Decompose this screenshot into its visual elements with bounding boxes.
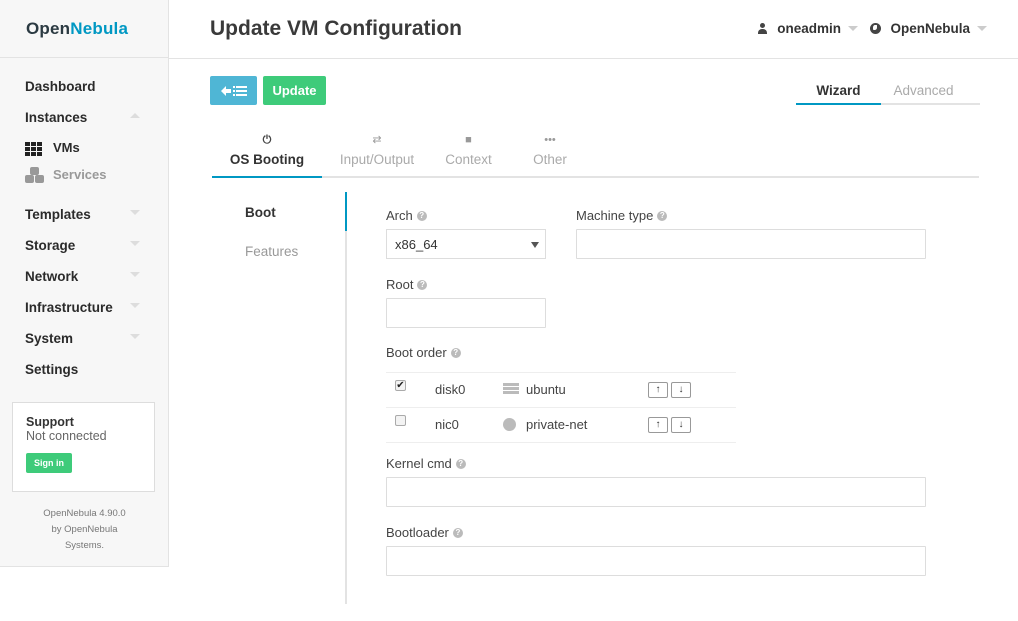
sidebar-item-services[interactable]: Services [0,167,168,194]
arrow-left-list-icon [220,85,247,96]
move-down-button[interactable]: ↓ [671,382,691,398]
username: oneadmin [777,21,841,36]
arch-select[interactable]: x86_64 [386,229,546,259]
page-title: Update VM Configuration [210,17,462,40]
move-up-button[interactable]: ↑ [648,417,668,433]
globe-icon [870,23,882,34]
sidebar-item-vms[interactable]: VMs [0,140,168,167]
signin-button[interactable]: Sign in [26,453,72,473]
chevron-down-icon [848,26,858,31]
tab-os-booting[interactable]: ⏻ OS Booting [212,130,322,178]
support-box: Support Not connected Sign in [12,402,155,492]
tab-context[interactable]: ■ Context [432,130,505,176]
zone-menu[interactable]: OpenNebula [870,21,987,36]
logo-prefix: Open [26,19,71,38]
vtab-boot[interactable]: Boot [212,192,347,231]
sidebar-item-settings[interactable]: Settings [0,361,168,392]
machine-type-input[interactable] [576,229,926,259]
help-icon[interactable]: ? [452,527,463,538]
sidebar-item-instances[interactable]: Instances [0,109,168,140]
app-logo[interactable]: OpenNebula [0,0,168,58]
vertical-tabs: Boot Features [212,192,347,604]
sidebar-item-system[interactable]: System [0,330,168,361]
sidebar-item-templates[interactable]: Templates [0,206,168,237]
topbar: Update VM Configuration oneadmin OpenNeb… [169,0,1018,59]
ellipsis-icon: ••• [544,134,556,146]
chevron-down-icon [977,26,987,31]
root-label: Root? [386,277,428,292]
grid-icon [25,140,45,156]
boot-checkbox[interactable] [395,415,406,426]
user-icon [757,22,768,35]
table-row: ✔ disk0 ubuntu ↑ ↓ [386,372,736,408]
support-status: Not connected [26,429,107,443]
sidebar-menu-lower: Templates Storage Network Infrastructure… [0,206,168,392]
boot-checkbox[interactable]: ✔ [395,380,406,391]
chevron-up-icon [130,113,140,118]
logo-suffix: Nebula [70,19,129,38]
sidebar-item-storage[interactable]: Storage [0,237,168,268]
tab-wizard[interactable]: Wizard [796,79,881,105]
sidebar-item-network[interactable]: Network [0,268,168,299]
move-up-button[interactable]: ↑ [648,382,668,398]
tab-input-output[interactable]: ⇄ Input/Output [322,130,432,176]
chevron-down-icon [130,303,140,308]
section-tabs: ⏻ OS Booting ⇄ Input/Output ■ Context ••… [212,130,979,178]
instances-submenu: VMs Services [0,140,168,194]
bootloader-label: Bootloader? [386,525,463,540]
support-title: Support [26,415,74,429]
disk-icon [503,383,519,396]
root-input[interactable] [386,298,546,328]
chevron-down-icon [130,334,140,339]
power-icon: ⏻ [262,134,272,146]
move-down-button[interactable]: ↓ [671,417,691,433]
version-info: OpenNebula 4.90.0 by OpenNebula Systems. [43,508,126,551]
kernel-cmd-label: Kernel cmd? [386,456,466,471]
help-icon[interactable]: ? [450,347,461,358]
help-icon[interactable]: ? [417,279,428,290]
update-button[interactable]: Update [263,76,326,105]
chevron-down-icon [130,210,140,215]
chevron-down-icon [130,241,140,246]
mode-tabs: Wizard Advanced [796,79,980,105]
kernel-cmd-input[interactable] [386,477,926,507]
help-icon[interactable]: ? [657,210,668,221]
back-to-list-button[interactable] [210,76,257,105]
machine-type-label: Machine type? [576,208,668,223]
arch-label: Arch? [386,208,427,223]
chevron-down-icon [531,242,539,248]
sidebar-item-dashboard[interactable]: Dashboard [0,78,168,109]
exchange-icon: ⇄ [372,134,382,146]
vtab-features[interactable]: Features [212,231,345,270]
chevron-down-icon [130,272,140,277]
sidebar-menu: Dashboard Instances [0,58,168,140]
help-icon[interactable]: ? [455,458,466,469]
boot-order-table: ✔ disk0 ubuntu ↑ ↓ nic0 private-net ↑ ↓ [386,372,736,443]
user-menu[interactable]: oneadmin [757,21,858,36]
table-row: nic0 private-net ↑ ↓ [386,407,736,443]
folder-icon: ■ [465,134,472,146]
zone-name: OpenNebula [890,21,970,36]
sidebar-item-infrastructure[interactable]: Infrastructure [0,299,168,330]
sidebar: OpenNebula Dashboard Instances VMs Servi… [0,0,169,567]
boot-order-label: Boot order? [386,345,461,360]
tab-other[interactable]: ••• Other [505,130,595,176]
tab-advanced[interactable]: Advanced [881,79,966,103]
globe-icon [503,418,519,431]
help-icon[interactable]: ? [416,210,427,221]
bootloader-input[interactable] [386,546,926,576]
